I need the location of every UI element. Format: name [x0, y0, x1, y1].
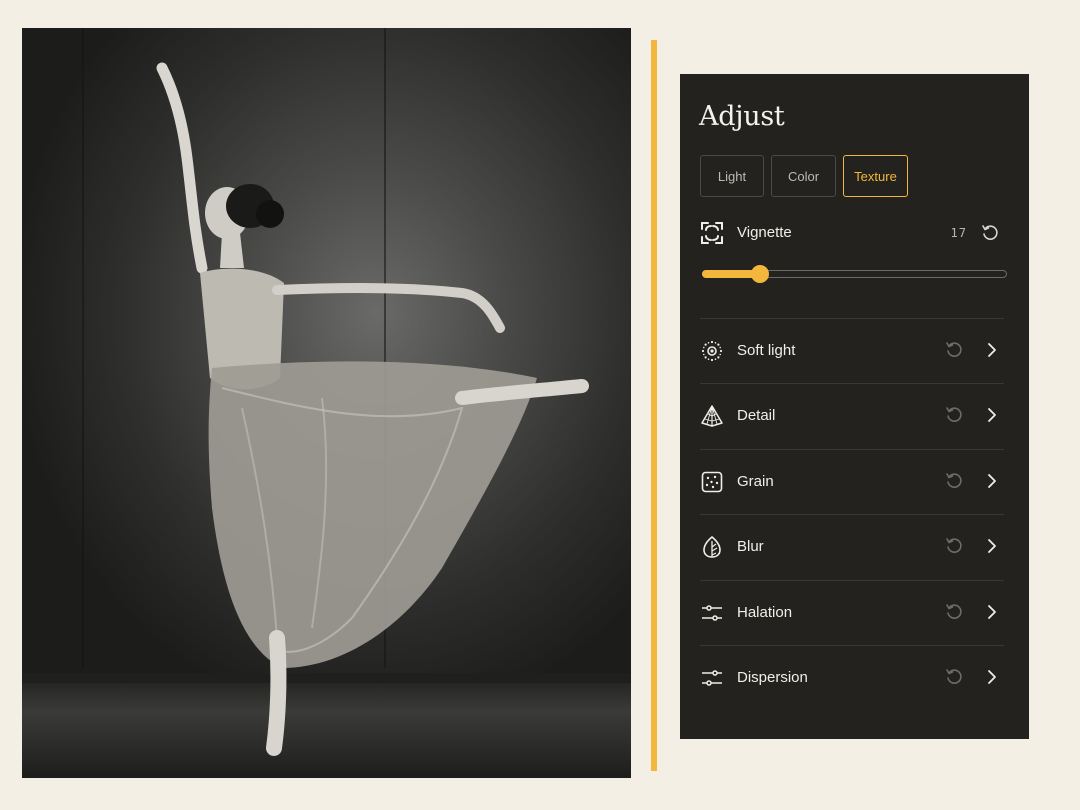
- reset-icon[interactable]: [981, 224, 999, 242]
- list-item-soft-light[interactable]: Soft light: [700, 318, 1004, 383]
- reset-icon[interactable]: [945, 472, 963, 490]
- list-item-label: Dispersion: [737, 668, 808, 686]
- list-item-label: Grain: [737, 472, 774, 490]
- reset-icon[interactable]: [945, 341, 963, 359]
- chevron-right-icon[interactable]: [984, 538, 1000, 554]
- vertical-divider: [651, 40, 657, 771]
- list-item-label: Blur: [737, 538, 764, 556]
- adjust-tabs: Light Color Texture: [700, 155, 908, 197]
- reset-icon[interactable]: [945, 406, 963, 424]
- ballerina-silhouette: [156, 62, 589, 756]
- sliders-icon: [702, 604, 722, 621]
- vignette-label: Vignette: [737, 224, 792, 241]
- chevron-right-icon[interactable]: [984, 473, 1000, 489]
- list-item-halation[interactable]: Halation: [700, 579, 1004, 645]
- blur-leaf-icon: [703, 536, 721, 558]
- vignette-value: 17: [950, 226, 967, 240]
- list-item-label: Halation: [737, 603, 793, 621]
- list-item-label: Soft light: [737, 342, 796, 359]
- list-item-blur[interactable]: Blur: [700, 514, 1004, 579]
- grain-icon: [701, 471, 723, 493]
- chevron-right-icon[interactable]: [984, 604, 1000, 620]
- soft-light-icon: [701, 340, 723, 362]
- chevron-right-icon[interactable]: [984, 407, 1000, 423]
- vignette-row: Vignette 17: [700, 220, 1009, 246]
- sliders-icon: [702, 670, 722, 686]
- list-item-dispersion[interactable]: Dispersion: [700, 644, 1004, 710]
- vignette-frame-icon: [701, 222, 723, 244]
- tab-texture[interactable]: Texture: [843, 155, 908, 197]
- slider-thumb[interactable]: [750, 265, 769, 283]
- list-item-label: Detail: [737, 407, 776, 425]
- detail-pyramid-icon: [701, 405, 723, 428]
- reset-icon[interactable]: [945, 668, 963, 686]
- chevron-right-icon[interactable]: [984, 342, 1000, 358]
- chevron-right-icon[interactable]: [984, 669, 1000, 685]
- reset-icon[interactable]: [945, 603, 963, 621]
- list-item-detail[interactable]: Detail: [700, 383, 1004, 448]
- vignette-slider[interactable]: [702, 265, 1007, 283]
- photo-canvas: [22, 28, 631, 778]
- tab-light[interactable]: Light: [700, 155, 764, 197]
- list-item-grain[interactable]: Grain: [700, 448, 1004, 514]
- tab-color[interactable]: Color: [771, 155, 836, 197]
- panel-title: Adjust: [699, 101, 785, 132]
- reset-icon[interactable]: [945, 537, 963, 555]
- adjust-panel: Adjust Light Color Texture Vignette 17 S…: [680, 74, 1029, 739]
- adjust-list: Soft light Detail Grain Blur Halation Di…: [700, 318, 1004, 710]
